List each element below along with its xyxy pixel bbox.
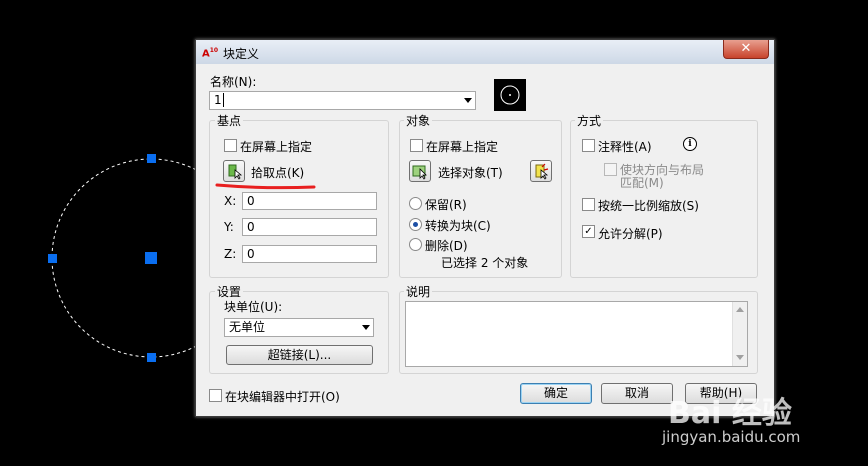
block-preview bbox=[494, 79, 526, 111]
base-specify-on-screen-checkbox[interactable] bbox=[224, 139, 237, 152]
x-label: X: bbox=[224, 194, 237, 208]
objects-specify-on-screen-label: 在屏幕上指定 bbox=[426, 140, 499, 154]
objects-specify-on-screen-checkbox[interactable] bbox=[410, 139, 423, 152]
match-orientation-checkbox[interactable] bbox=[604, 163, 617, 176]
base-specify-on-screen-label: 在屏幕上指定 bbox=[240, 140, 313, 154]
name-label: 名称(N): bbox=[210, 75, 257, 89]
z-input[interactable]: 0 bbox=[242, 245, 377, 263]
red-underline-annotation bbox=[215, 183, 316, 190]
quick-select-button[interactable] bbox=[530, 160, 552, 182]
z-label: Z: bbox=[224, 247, 237, 261]
ok-button[interactable]: 确定 bbox=[520, 383, 592, 404]
delete-label: 删除(D) bbox=[425, 239, 468, 253]
scale-uniformly-checkbox[interactable] bbox=[582, 198, 595, 211]
base-point-title: 基点 bbox=[215, 112, 244, 129]
scroll-down-icon[interactable] bbox=[736, 355, 744, 360]
retain-radio[interactable] bbox=[409, 197, 422, 210]
annotative-checkbox[interactable] bbox=[582, 139, 595, 152]
title-bar[interactable]: A10 块定义 ✕ bbox=[196, 40, 774, 64]
chevron-down-icon[interactable] bbox=[362, 325, 370, 330]
block-unit-label: 块单位(U): bbox=[224, 300, 283, 314]
annotative-label: 注释性(A) bbox=[598, 140, 652, 154]
dialog-title: 块定义 bbox=[223, 47, 260, 61]
info-icon[interactable]: i bbox=[683, 137, 697, 151]
open-in-editor-label: 在块编辑器中打开(O) bbox=[225, 390, 340, 404]
description-scrollbar[interactable] bbox=[732, 302, 747, 366]
select-objects-icon bbox=[412, 165, 427, 180]
y-label: Y: bbox=[224, 220, 234, 234]
allow-exploding-checkbox[interactable]: ✓ bbox=[582, 225, 595, 238]
convert-to-block-label: 转换为块(C) bbox=[425, 219, 491, 233]
baidu-watermark-logo: Bai 经验 bbox=[668, 396, 792, 431]
quick-select-icon bbox=[535, 163, 549, 180]
chevron-down-icon[interactable] bbox=[464, 98, 472, 103]
y-input[interactable]: 0 bbox=[242, 218, 377, 236]
selected-count-text: 已选择 2 个对象 bbox=[441, 256, 529, 270]
cancel-button[interactable]: 取消 bbox=[601, 383, 673, 404]
allow-exploding-label: 允许分解(P) bbox=[598, 227, 663, 241]
description-title: 说明 bbox=[404, 283, 433, 300]
scale-uniformly-label: 按统一比例缩放(S) bbox=[598, 199, 699, 213]
behavior-title: 方式 bbox=[575, 112, 604, 129]
name-value: 1 bbox=[214, 93, 222, 107]
autocad-app-icon: A10 bbox=[202, 47, 219, 60]
x-input[interactable]: 0 bbox=[242, 192, 377, 210]
select-objects-button[interactable] bbox=[409, 160, 431, 182]
grip-center[interactable] bbox=[145, 252, 157, 264]
block-definition-dialog: A10 块定义 ✕ 名称(N): 1 基点 在屏幕上指定 拾取点(K) X: 0… bbox=[195, 39, 775, 417]
match-orientation-label-line2: 匹配(M) bbox=[620, 176, 664, 190]
close-button[interactable]: ✕ bbox=[723, 40, 769, 59]
select-objects-label: 选择对象(T) bbox=[438, 166, 503, 180]
block-unit-value: 无单位 bbox=[229, 320, 266, 334]
grip-left[interactable] bbox=[48, 254, 57, 263]
objects-title: 对象 bbox=[404, 112, 433, 129]
open-in-editor-checkbox[interactable] bbox=[209, 389, 222, 402]
pick-point-icon bbox=[228, 164, 243, 180]
grip-top[interactable] bbox=[147, 154, 156, 163]
name-combobox[interactable]: 1 bbox=[209, 91, 476, 110]
convert-to-block-radio[interactable] bbox=[409, 218, 422, 231]
delete-radio[interactable] bbox=[409, 238, 422, 251]
baidu-watermark-url: jingyan.baidu.com bbox=[662, 428, 801, 446]
block-unit-select[interactable]: 无单位 bbox=[224, 318, 374, 337]
grip-bottom[interactable] bbox=[147, 353, 156, 362]
scroll-up-icon[interactable] bbox=[736, 307, 744, 312]
circle-preview-icon bbox=[500, 85, 520, 105]
retain-label: 保留(R) bbox=[425, 198, 467, 212]
hyperlink-button[interactable]: 超链接(L)... bbox=[226, 345, 373, 365]
description-textarea[interactable] bbox=[405, 301, 748, 367]
